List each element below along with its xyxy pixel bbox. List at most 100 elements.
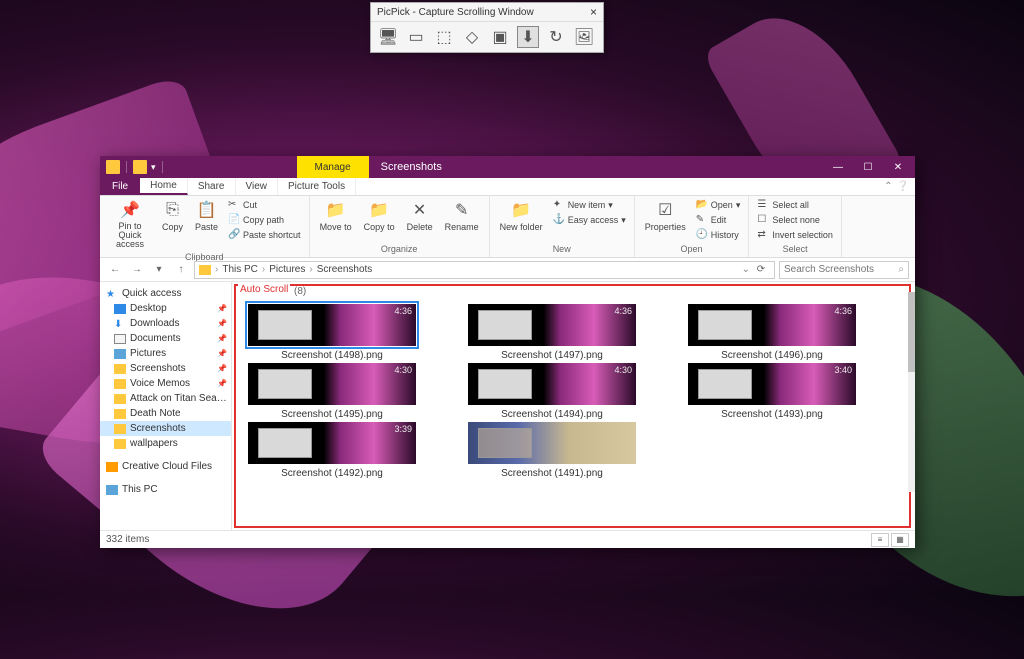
thumbnail-image (468, 422, 636, 464)
sidebar-attack-on-titan[interactable]: Attack on Titan Season 1 (100, 391, 231, 406)
help-icon[interactable]: ❔ (897, 181, 909, 192)
creative-cloud-icon (106, 462, 118, 472)
up-button[interactable]: ↑ (172, 261, 190, 279)
window-icon[interactable]: ▭ (405, 26, 427, 48)
navigation-pane[interactable]: ★Quick access Desktop📌 ⬇Downloads📌 Docum… (100, 282, 232, 530)
folder-icon (199, 265, 211, 275)
image-icon[interactable]: 🖼 (573, 26, 595, 48)
minimize-button[interactable]: — (823, 156, 853, 178)
recent-dropdown[interactable]: ▾ (150, 261, 168, 279)
open-button[interactable]: 📂Open ▾ (694, 198, 743, 212)
sidebar-this-pc[interactable]: This PC (100, 482, 231, 497)
pin-quick-access-button[interactable]: 📌Pin to Quick access (106, 198, 154, 251)
thumbnails-view-button[interactable]: ▦ (891, 533, 909, 547)
scrollbar-thumb[interactable] (908, 292, 915, 372)
copy-icon: ⎘ (163, 200, 183, 220)
file-thumbnail[interactable]: 4:36Screenshot (1496).png (684, 302, 860, 361)
view-tab[interactable]: View (236, 178, 279, 195)
history-button[interactable]: 🕘History (694, 228, 743, 242)
file-name: Screenshot (1495).png (281, 409, 383, 420)
file-thumbnail[interactable]: Screenshot (1491).png (464, 420, 640, 479)
sidebar-downloads[interactable]: ⬇Downloads📌 (100, 316, 231, 331)
sidebar-quick-access[interactable]: ★Quick access (100, 286, 231, 301)
select-none-button[interactable]: ☐Select none (755, 213, 835, 227)
file-thumbnail[interactable]: 4:30Screenshot (1495).png (244, 361, 420, 420)
file-name: Screenshot (1494).png (501, 409, 603, 420)
sidebar-desktop[interactable]: Desktop📌 (100, 301, 231, 316)
easy-access-button[interactable]: ⚓Easy access ▾ (551, 213, 628, 227)
video-time: 3:39 (394, 424, 412, 434)
search-input[interactable] (784, 264, 898, 275)
open-icon: 📂 (696, 199, 708, 211)
file-name: Screenshot (1498).png (281, 350, 383, 361)
file-name: Screenshot (1496).png (721, 350, 823, 361)
paste-shortcut-button[interactable]: 🔗Paste shortcut (226, 228, 303, 242)
copy-button[interactable]: ⎘Copy (158, 198, 187, 234)
details-view-button[interactable]: ≡ (871, 533, 889, 547)
file-tab[interactable]: File (100, 178, 140, 195)
manage-tab[interactable]: Manage (297, 156, 369, 178)
repeat-icon[interactable]: ↻ (545, 26, 567, 48)
file-thumbnail[interactable]: 4:36Screenshot (1498).png (244, 302, 420, 361)
folder-icon (106, 160, 120, 174)
properties-button[interactable]: ☑Properties (641, 198, 690, 234)
collapse-ribbon-icon[interactable]: ⌃ (884, 181, 892, 192)
move-to-button[interactable]: 📁Move to (316, 198, 356, 234)
titlebar[interactable]: ▾ Manage Screenshots — ☐ ✕ (100, 156, 915, 178)
pin-icon: 📌 (217, 304, 227, 313)
edit-button[interactable]: ✎Edit (694, 213, 743, 227)
content-pane[interactable]: Auto Scroll (8) 4:36Screenshot (1498).pn… (232, 282, 915, 530)
region-icon[interactable]: ⬚ (433, 26, 455, 48)
sidebar-screenshots[interactable]: Screenshots📌 (100, 361, 231, 376)
file-name: Screenshot (1491).png (501, 468, 603, 479)
freehand-icon[interactable]: ◇ (461, 26, 483, 48)
share-tab[interactable]: Share (188, 178, 236, 195)
picpick-close-button[interactable]: × (590, 5, 597, 19)
maximize-button[interactable]: ☐ (853, 156, 883, 178)
file-thumbnail[interactable]: 3:40Screenshot (1493).png (684, 361, 860, 420)
breadcrumb-item[interactable]: Pictures (269, 264, 305, 275)
delete-icon: ✕ (410, 200, 430, 220)
file-thumbnail[interactable]: 4:30Screenshot (1494).png (464, 361, 640, 420)
item-count: 332 items (106, 534, 149, 545)
address-dropdown[interactable]: ⌄ (742, 264, 750, 275)
sidebar-documents[interactable]: Documents📌 (100, 331, 231, 346)
vertical-scrollbar[interactable] (908, 292, 915, 492)
shortcut-icon: 🔗 (228, 229, 240, 241)
breadcrumb-item[interactable]: This PC (222, 264, 258, 275)
scrolling-capture-icon[interactable]: ⬇ (517, 26, 539, 48)
copy-to-button[interactable]: 📁Copy to (360, 198, 399, 234)
copy-path-button[interactable]: 📄Copy path (226, 213, 303, 227)
close-button[interactable]: ✕ (883, 156, 913, 178)
invert-selection-button[interactable]: ⇄Invert selection (755, 228, 835, 242)
search-box[interactable]: ⌕ (779, 261, 909, 279)
breadcrumb-item[interactable]: Screenshots (317, 264, 373, 275)
file-thumbnail[interactable]: 4:36Screenshot (1497).png (464, 302, 640, 361)
back-button[interactable]: ← (106, 261, 124, 279)
sidebar-pictures[interactable]: Pictures📌 (100, 346, 231, 361)
qat-dropdown[interactable]: ▾ (151, 162, 156, 173)
pin-icon: 📌 (217, 349, 227, 358)
sidebar-screenshots-current[interactable]: Screenshots (100, 421, 231, 436)
file-thumbnail[interactable]: 3:39Screenshot (1492).png (244, 420, 420, 479)
select-all-button[interactable]: ☰Select all (755, 198, 835, 212)
sidebar-creative-cloud[interactable]: Creative Cloud Files (100, 459, 231, 474)
new-item-button[interactable]: ✦New item ▾ (551, 198, 628, 212)
cut-button[interactable]: ✂Cut (226, 198, 303, 212)
picture-tools-tab[interactable]: Picture Tools (278, 178, 356, 195)
refresh-button[interactable]: ⟳ (752, 264, 770, 275)
ribbon: 📌Pin to Quick access ⎘Copy 📋Paste ✂Cut 📄… (100, 196, 915, 258)
paste-button[interactable]: 📋Paste (191, 198, 222, 234)
sidebar-death-note[interactable]: Death Note (100, 406, 231, 421)
delete-button[interactable]: ✕Delete (403, 198, 437, 234)
forward-button[interactable]: → (128, 261, 146, 279)
new-folder-button[interactable]: 📁New folder (496, 198, 547, 234)
history-icon: 🕘 (696, 229, 708, 241)
fixed-region-icon[interactable]: ▣ (489, 26, 511, 48)
sidebar-wallpapers[interactable]: wallpapers (100, 436, 231, 451)
home-tab[interactable]: Home (140, 178, 188, 195)
sidebar-voice-memos[interactable]: Voice Memos📌 (100, 376, 231, 391)
rename-button[interactable]: ✎Rename (441, 198, 483, 234)
breadcrumb[interactable]: › This PC › Pictures › Screenshots ⌄ ⟳ (194, 261, 775, 279)
monitor-icon[interactable]: 🖥 (377, 26, 399, 48)
